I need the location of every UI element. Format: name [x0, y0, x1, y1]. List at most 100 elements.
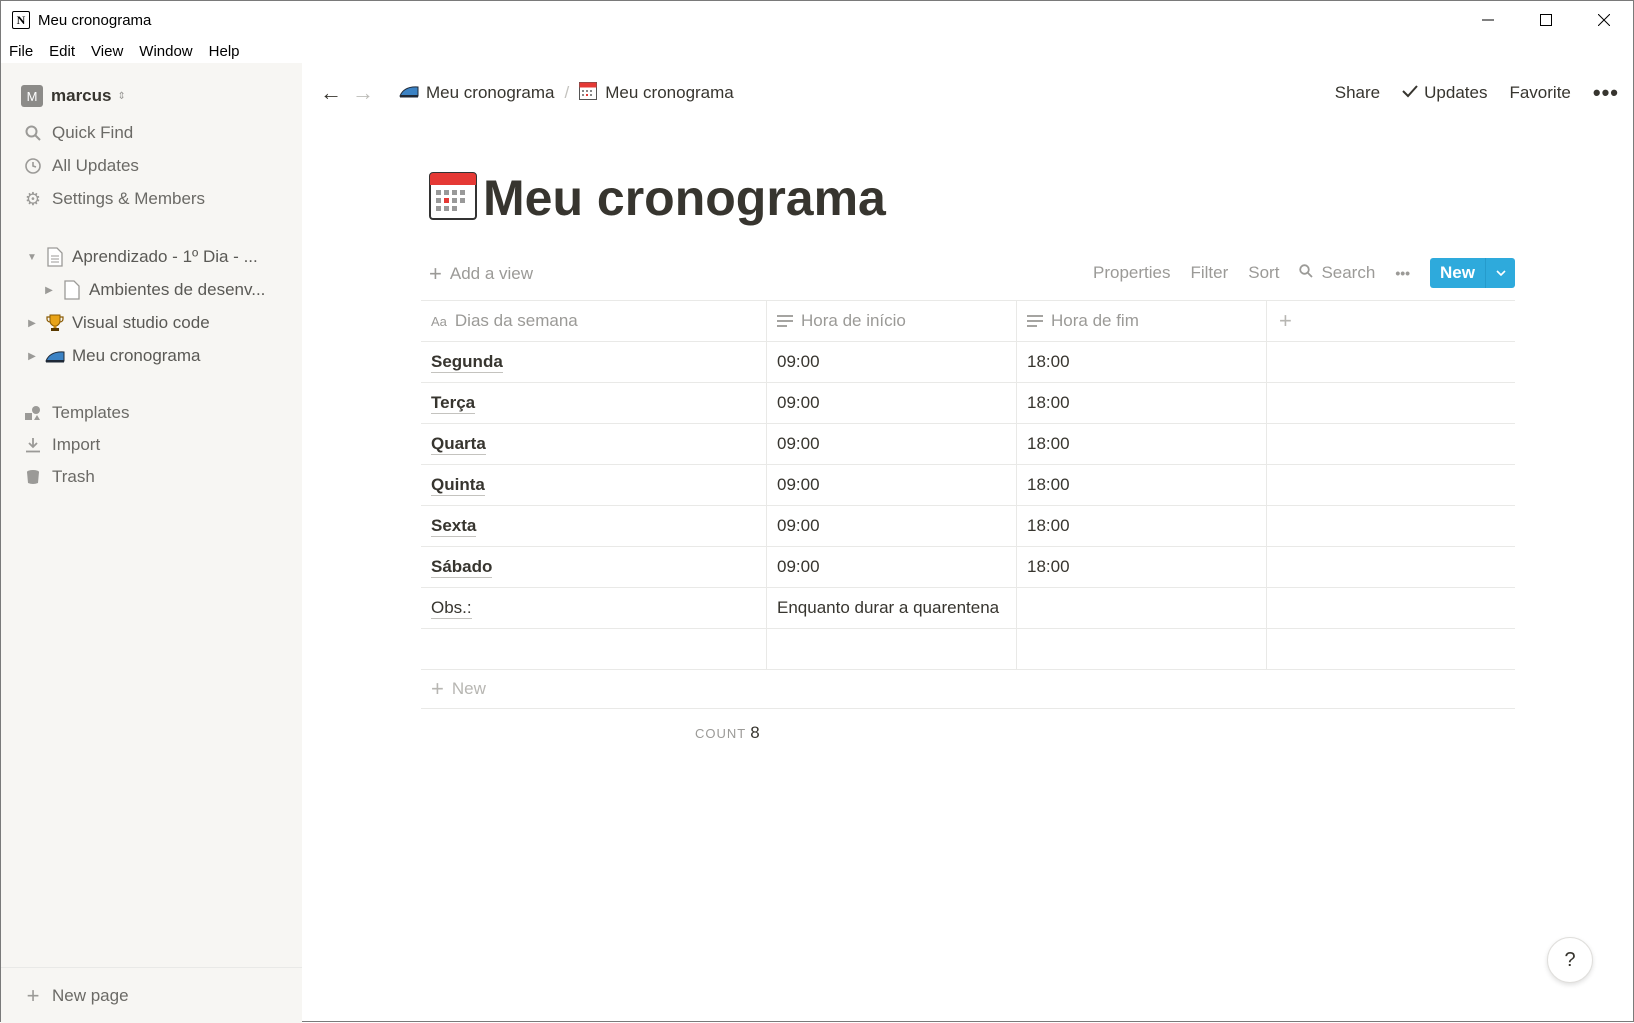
- menu-view[interactable]: View: [83, 43, 131, 60]
- table-cell[interactable]: 09:00: [767, 465, 1017, 505]
- new-page-button[interactable]: + New page: [1, 967, 302, 1023]
- caret-right-icon[interactable]: ▶: [26, 318, 38, 329]
- table-cell-title[interactable]: Sábado: [421, 547, 767, 587]
- sidebar-item-quick-find[interactable]: Quick Find: [1, 117, 302, 149]
- favorite-button[interactable]: Favorite: [1509, 83, 1570, 103]
- table-cell[interactable]: [1017, 629, 1267, 669]
- table-cell-title[interactable]: Quinta: [421, 465, 767, 505]
- forward-arrow-icon[interactable]: →: [352, 80, 374, 106]
- search-label: Search: [1321, 263, 1376, 282]
- breadcrumb-item-current[interactable]: Meu cronograma: [605, 83, 734, 103]
- table-row[interactable]: Segunda 09:00 18:00: [421, 342, 1515, 383]
- table-cell[interactable]: 18:00: [1017, 424, 1267, 464]
- calendar-icon[interactable]: [429, 171, 477, 225]
- table-cell-empty[interactable]: [1267, 342, 1515, 382]
- help-button[interactable]: ?: [1547, 937, 1593, 983]
- table-row[interactable]: Obs.: Enquanto durar a quarentena: [421, 588, 1515, 629]
- table-cell[interactable]: 18:00: [1017, 342, 1267, 382]
- count-summary[interactable]: COUNT 8: [695, 723, 760, 743]
- iron-icon: [44, 345, 66, 367]
- table-row[interactable]: [421, 629, 1515, 670]
- add-property-button[interactable]: +: [1267, 301, 1515, 341]
- clock-icon: [23, 156, 43, 176]
- table-cell-title[interactable]: Terça: [421, 383, 767, 423]
- menu-help[interactable]: Help: [201, 43, 248, 60]
- table-cell[interactable]: 09:00: [767, 547, 1017, 587]
- table-row[interactable]: Quarta 09:00 18:00: [421, 424, 1515, 465]
- menu-file[interactable]: File: [1, 43, 41, 60]
- minimize-button[interactable]: [1459, 1, 1517, 39]
- table-cell[interactable]: 18:00: [1017, 383, 1267, 423]
- table-cell[interactable]: 09:00: [767, 506, 1017, 546]
- close-button[interactable]: [1575, 1, 1633, 39]
- sidebar-page-aprendizado[interactable]: ▼ Aprendizado - 1º Dia - ...: [1, 241, 302, 273]
- table-cell[interactable]: 18:00: [1017, 506, 1267, 546]
- sidebar-item-trash[interactable]: Trash: [1, 461, 302, 493]
- sidebar-item-label: Settings & Members: [52, 189, 206, 208]
- add-view-button[interactable]: + Add a view: [429, 261, 533, 287]
- table-cell[interactable]: Enquanto durar a quarentena: [767, 588, 1017, 628]
- workspace-switcher[interactable]: M marcus ⇕: [21, 83, 126, 109]
- sidebar-page-ambientes[interactable]: ▶ Ambientes de desenv...: [1, 274, 302, 306]
- table-cell-empty[interactable]: [1267, 465, 1515, 505]
- add-view-label: Add a view: [449, 264, 534, 283]
- table-cell[interactable]: 18:00: [1017, 465, 1267, 505]
- page-title[interactable]: Meu cronograma: [483, 169, 886, 227]
- row-title: Sexta: [431, 515, 477, 537]
- sidebar-item-all-updates[interactable]: All Updates: [1, 150, 302, 182]
- table-cell[interactable]: 09:00: [767, 342, 1017, 382]
- column-header-hora-inicio[interactable]: Hora de início: [767, 301, 1017, 341]
- table-cell[interactable]: [1017, 588, 1267, 628]
- breadcrumb-item-parent[interactable]: Meu cronograma: [426, 83, 555, 103]
- app-window: N Meu cronograma File Edit View Window H…: [0, 0, 1634, 1023]
- sidebar-item-templates[interactable]: Templates: [1, 397, 302, 429]
- sidebar-page-visual-studio-code[interactable]: ▶ Visual studio code: [1, 307, 302, 339]
- table-cell-title[interactable]: Quarta: [421, 424, 767, 464]
- column-header-dias[interactable]: Aa Dias da semana: [421, 301, 767, 341]
- table-cell-empty[interactable]: [1267, 629, 1515, 669]
- properties-button[interactable]: Properties: [1093, 263, 1170, 283]
- table-cell[interactable]: 09:00: [767, 383, 1017, 423]
- column-header-hora-fim[interactable]: Hora de fim: [1017, 301, 1267, 341]
- table-cell-title[interactable]: Obs.:: [421, 588, 767, 628]
- table-cell-empty[interactable]: [1267, 383, 1515, 423]
- plus-icon: +: [26, 982, 40, 1008]
- back-arrow-icon[interactable]: ←: [320, 80, 342, 106]
- add-row-button[interactable]: + New: [421, 670, 1515, 709]
- sidebar-item-settings[interactable]: ⚙ Settings & Members: [1, 183, 302, 215]
- chevron-down-icon[interactable]: [1485, 258, 1515, 288]
- share-button[interactable]: Share: [1335, 83, 1380, 103]
- more-options-button[interactable]: •••: [1395, 265, 1410, 281]
- table-cell[interactable]: 09:00: [767, 424, 1017, 464]
- table-cell-empty[interactable]: [1267, 588, 1515, 628]
- table-cell-empty[interactable]: [1267, 424, 1515, 464]
- sidebar-page-meu-cronograma[interactable]: ▶ Meu cronograma: [1, 340, 302, 372]
- sidebar-item-import[interactable]: Import: [1, 429, 302, 461]
- search-button[interactable]: Search: [1299, 263, 1375, 283]
- new-page-label: New page: [52, 985, 129, 1005]
- maximize-button[interactable]: [1517, 1, 1575, 39]
- table-cell-title[interactable]: Segunda: [421, 342, 767, 382]
- table-cell-title[interactable]: [421, 629, 767, 669]
- caret-right-icon[interactable]: ▶: [43, 285, 55, 296]
- table-row[interactable]: Sábado 09:00 18:00: [421, 547, 1515, 588]
- filter-button[interactable]: Filter: [1190, 263, 1228, 283]
- table-cell-title[interactable]: Sexta: [421, 506, 767, 546]
- caret-right-icon[interactable]: ▶: [26, 351, 38, 362]
- table-cell[interactable]: [767, 629, 1017, 669]
- table-row[interactable]: Terça 09:00 18:00: [421, 383, 1515, 424]
- table-row[interactable]: Quinta 09:00 18:00: [421, 465, 1515, 506]
- sort-button[interactable]: Sort: [1248, 263, 1279, 283]
- workspace-name: marcus: [51, 86, 112, 105]
- table-cell-empty[interactable]: [1267, 506, 1515, 546]
- caret-down-icon[interactable]: ▼: [26, 252, 38, 263]
- sidebar-item-label: All Updates: [52, 156, 139, 175]
- table-row[interactable]: Sexta 09:00 18:00: [421, 506, 1515, 547]
- table-cell-empty[interactable]: [1267, 547, 1515, 587]
- menu-edit[interactable]: Edit: [41, 43, 83, 60]
- table-cell[interactable]: 18:00: [1017, 547, 1267, 587]
- new-button[interactable]: New: [1430, 258, 1485, 288]
- menu-window[interactable]: Window: [131, 43, 200, 60]
- updates-button[interactable]: Updates: [1402, 83, 1487, 103]
- more-options-button[interactable]: •••: [1593, 80, 1619, 106]
